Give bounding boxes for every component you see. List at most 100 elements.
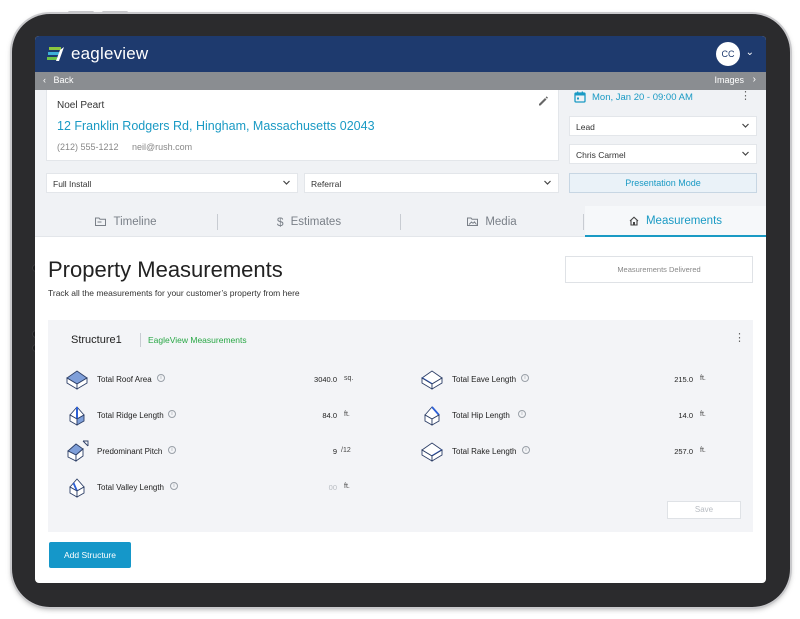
measurement-label: Predominant Pitch bbox=[97, 447, 163, 456]
chevron-down-icon bbox=[742, 123, 749, 128]
job-type-value: Full Install bbox=[53, 179, 92, 189]
assignee-select[interactable]: Chris Carmel bbox=[569, 144, 757, 164]
customer-phone: (212) 555-1212 bbox=[57, 142, 119, 152]
roof-rake-icon bbox=[421, 442, 443, 462]
tab-estimates[interactable]: $ Estimates bbox=[218, 206, 400, 237]
source-select[interactable]: Referral bbox=[304, 173, 559, 193]
structure-name: Structure1 bbox=[71, 334, 122, 346]
measurement-value: 215.0 bbox=[674, 375, 693, 384]
tab-media[interactable]: Media bbox=[401, 206, 583, 237]
dollar-icon: $ bbox=[276, 214, 284, 229]
measurement-unit: ft. bbox=[700, 411, 706, 418]
measurement-unit: /12 bbox=[341, 447, 351, 454]
structure-divider bbox=[140, 333, 141, 347]
chevron-right-icon[interactable]: › bbox=[753, 74, 756, 85]
tab-media-label: Media bbox=[485, 215, 517, 228]
roof-valley-icon bbox=[69, 478, 85, 498]
home-icon bbox=[629, 215, 639, 226]
status-select[interactable]: Lead bbox=[569, 116, 757, 136]
page-title: Property Measurements bbox=[48, 257, 283, 282]
measurement-value: 3040.0 bbox=[314, 375, 337, 384]
roof-area-icon bbox=[66, 370, 88, 390]
info-icon[interactable]: i bbox=[170, 482, 178, 490]
measurement-value: 9 bbox=[332, 447, 337, 456]
save-button[interactable]: Save bbox=[667, 501, 741, 519]
status-value: Lead bbox=[576, 122, 595, 132]
back-label: Back bbox=[53, 75, 74, 85]
measurement-label: Total Ridge Length bbox=[97, 411, 164, 420]
presentation-mode-button[interactable]: Presentation Mode bbox=[569, 173, 757, 193]
hardware-button bbox=[68, 11, 94, 14]
page-subtitle: Track all the measurements for your cust… bbox=[48, 288, 300, 298]
measurement-total-rake-length: Total Rake Length i 257.0 ft. bbox=[420, 440, 720, 464]
tab-measurements[interactable]: Measurements bbox=[585, 206, 766, 237]
tab-bar: Timeline $ Estimates Media Measurements bbox=[35, 206, 766, 237]
assignee-value: Chris Carmel bbox=[576, 150, 626, 160]
measurement-total-eave-length: Total Eave Length i 215.0 ft. bbox=[420, 368, 720, 392]
more-vertical-icon[interactable]: ⋮ bbox=[734, 333, 745, 344]
tab-estimates-label: Estimates bbox=[290, 215, 342, 228]
measurement-value[interactable]: 00 bbox=[277, 483, 337, 492]
eagleview-logo-icon bbox=[47, 47, 64, 61]
tab-measurements-label: Measurements bbox=[645, 214, 723, 227]
info-icon[interactable]: i bbox=[168, 410, 176, 418]
user-avatar[interactable]: CC bbox=[716, 42, 740, 66]
measurement-unit: ft. bbox=[700, 447, 706, 454]
info-icon[interactable]: i bbox=[168, 446, 176, 454]
roof-eave-icon bbox=[421, 370, 443, 390]
more-vertical-icon[interactable]: ⋮ bbox=[740, 91, 751, 102]
roof-hip-icon bbox=[424, 406, 440, 426]
measurement-total-roof-area: Total Roof Area i 3040.0 sq. bbox=[65, 368, 365, 392]
hardware-button bbox=[102, 11, 128, 14]
chevron-down-icon bbox=[544, 180, 551, 185]
measurement-label: Total Eave Length bbox=[452, 375, 517, 384]
add-structure-button[interactable]: Add Structure bbox=[49, 542, 131, 568]
roof-pitch-icon bbox=[67, 440, 89, 462]
appointment-datetime: Mon, Jan 20 - 09:00 AM bbox=[592, 92, 693, 103]
measurement-label: Total Hip Length bbox=[452, 411, 510, 420]
appointment-row[interactable]: Mon, Jan 20 - 09:00 AM ⋮ bbox=[569, 90, 757, 110]
measurement-predominant-pitch: Predominant Pitch i 9 /12 bbox=[65, 440, 365, 464]
measurement-unit: sq. bbox=[344, 375, 354, 382]
tab-timeline[interactable]: Timeline bbox=[35, 206, 217, 237]
customer-email: neil@rush.com bbox=[132, 142, 193, 152]
customer-card: Noel Peart 12 Franklin Rodgers Rd, Hingh… bbox=[46, 90, 559, 161]
folder-icon bbox=[95, 217, 107, 226]
measurement-label: Total Rake Length bbox=[452, 447, 517, 456]
structure-source: EagleView Measurements bbox=[148, 335, 247, 345]
tab-divider bbox=[583, 214, 584, 230]
images-link[interactable]: Images bbox=[714, 75, 744, 85]
info-icon[interactable]: i bbox=[157, 374, 165, 382]
customer-name: Noel Peart bbox=[57, 100, 105, 111]
measurement-value: 14.0 bbox=[678, 411, 693, 420]
calendar-icon bbox=[574, 91, 586, 103]
pencil-icon[interactable] bbox=[537, 95, 549, 107]
structure-panel: Structure1 EagleView Measurements ⋮ Tota… bbox=[48, 320, 753, 532]
info-icon[interactable]: i bbox=[518, 410, 526, 418]
tab-timeline-label: Timeline bbox=[113, 215, 157, 228]
info-icon[interactable]: i bbox=[522, 446, 530, 454]
source-value: Referral bbox=[311, 179, 342, 189]
eagleview-logo[interactable]: eagleview bbox=[47, 44, 148, 64]
image-folder-icon bbox=[467, 217, 479, 226]
measurement-label: Total Roof Area bbox=[97, 375, 152, 384]
back-button[interactable]: ‹ Back bbox=[43, 75, 74, 85]
measurement-unit: ft. bbox=[700, 375, 706, 382]
chevron-down-icon[interactable]: ⌄ bbox=[746, 47, 754, 58]
measurement-value: 84.0 bbox=[322, 411, 337, 420]
measurement-total-ridge-length: Total Ridge Length i 84.0 ft. bbox=[65, 404, 365, 428]
info-icon[interactable]: i bbox=[521, 374, 529, 382]
measurement-label: Total Valley Length bbox=[97, 483, 165, 492]
chevron-down-icon bbox=[283, 180, 290, 185]
measurement-unit: ft. bbox=[344, 483, 350, 490]
back-bar: ‹ Back Images › bbox=[35, 72, 766, 90]
top-bar: eagleview CC ⌄ bbox=[35, 36, 766, 72]
job-type-select[interactable]: Full Install bbox=[46, 173, 298, 193]
measurement-total-hip-length: Total Hip Length i 14.0 ft. bbox=[420, 404, 720, 428]
app-screen: eagleview CC ⌄ ‹ Back Images › Noel Pear… bbox=[35, 36, 766, 583]
customer-address[interactable]: 12 Franklin Rodgers Rd, Hingham, Massach… bbox=[57, 119, 375, 133]
logo-text: eagleview bbox=[71, 44, 149, 63]
measurement-unit: ft. bbox=[344, 411, 350, 418]
structure-header: Structure1 EagleView Measurements ⋮ bbox=[48, 320, 753, 356]
measurements-delivered-button[interactable]: Measurements Delivered bbox=[565, 256, 753, 283]
